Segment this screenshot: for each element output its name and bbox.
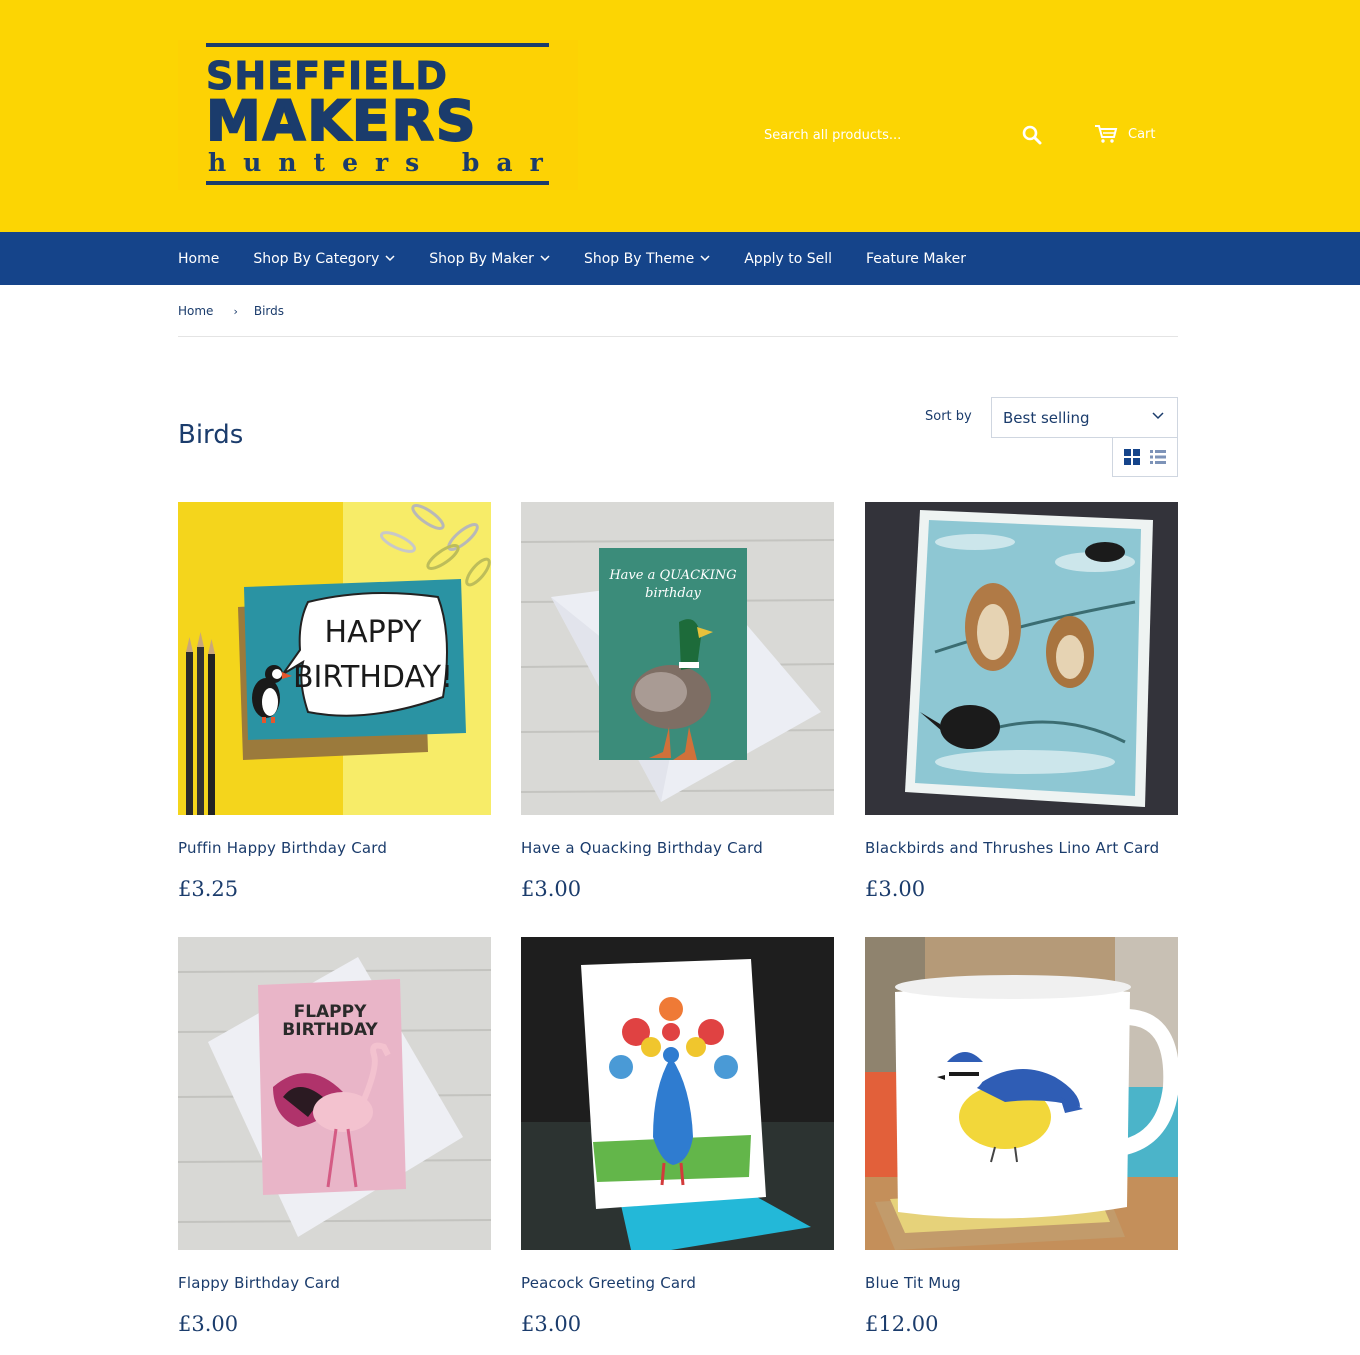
nav-item-label: Shop By Theme <box>583 250 695 267</box>
lino-card-photo <box>865 502 1178 815</box>
nav-item-label: Apply to Sell <box>744 250 832 267</box>
product-card[interactable]: Peacock Greeting Card £3.00 <box>521 937 834 1336</box>
nav-item-label: Shop By Maker <box>429 250 534 267</box>
main-nav: Home Shop By Category Shop By Maker Shop… <box>0 232 1360 285</box>
product-title[interactable]: Blackbirds and Thrushes Lino Art Card <box>865 839 1159 857</box>
logo-line-2: MAKERS <box>205 89 478 153</box>
cart-label: Cart <box>1128 126 1156 142</box>
mug-photo <box>865 937 1178 1250</box>
breadcrumb: Home › Birds <box>178 302 284 320</box>
logo-rule-bottom <box>206 181 549 185</box>
product-title[interactable]: Flappy Birthday Card <box>178 1274 340 1292</box>
product-title[interactable]: Have a Quacking Birthday Card <box>521 839 763 857</box>
product-card[interactable]: Blue Tit Mug £12.00 <box>865 937 1178 1336</box>
card-text-birthday: BIRTHDAY! <box>293 660 453 695</box>
sort-label: Sort by <box>925 409 972 424</box>
site-header: SHEFFIELD MAKERS hunters bar Cart <box>0 0 1360 232</box>
nav-item-shop-by-category[interactable]: Shop By Category <box>253 251 395 267</box>
card-text-have-a-quacking: Have a QUACKING <box>608 568 736 583</box>
product-image[interactable]: FLAPPY BIRTHDAY <box>178 937 491 1250</box>
card-text-birthday: birthday <box>645 586 701 601</box>
view-toggle <box>1112 437 1178 477</box>
product-price: £3.25 <box>178 877 239 901</box>
product-title[interactable]: Peacock Greeting Card <box>521 1274 696 1292</box>
grid-view-icon <box>1124 449 1140 465</box>
product-card[interactable]: Blackbirds and Thrushes Lino Art Card £3… <box>865 502 1178 901</box>
flamingo-card-photo: FLAPPY BIRTHDAY <box>178 937 491 1250</box>
peacock-card-photo <box>521 937 834 1250</box>
breadcrumb-current: Birds <box>253 304 285 318</box>
product-image[interactable]: Have a QUACKING birthday <box>521 502 834 815</box>
card-text-birthday: BIRTHDAY <box>282 1020 378 1040</box>
card-text-happy: HAPPY <box>325 615 423 650</box>
logo-rule-top <box>206 43 549 47</box>
product-image[interactable] <box>521 937 834 1250</box>
nav-item-shop-by-theme[interactable]: Shop By Theme <box>584 251 710 267</box>
product-price: £3.00 <box>521 1312 582 1336</box>
list-view-icon <box>1150 450 1166 464</box>
product-card[interactable]: Have a QUACKING birthday Have a Quacking… <box>521 502 834 901</box>
product-image[interactable]: HAPPY BIRTHDAY! <box>178 502 491 815</box>
breadcrumb-separator: › <box>233 304 238 318</box>
chevron-down-icon <box>385 255 395 262</box>
nav-item-apply-to-sell[interactable]: Apply to Sell <box>744 251 832 267</box>
nav-item-label: Feature Maker <box>866 250 966 267</box>
chevron-down-icon <box>540 255 550 262</box>
chevron-down-icon <box>700 255 710 262</box>
search-button[interactable] <box>1020 123 1044 147</box>
search-form <box>752 114 1057 156</box>
nav-item-feature-maker[interactable]: Feature Maker <box>866 251 966 267</box>
cart-icon <box>1095 125 1118 143</box>
list-view-button[interactable] <box>1150 449 1166 465</box>
search-input[interactable] <box>752 114 1012 156</box>
card-text-flappy: FLAPPY <box>294 1002 368 1022</box>
sort-select[interactable]: Best selling <box>991 397 1178 438</box>
cart-link[interactable]: Cart <box>1094 122 1156 146</box>
search-icon <box>1022 125 1042 145</box>
duck-card-photo: Have a QUACKING birthday <box>521 502 834 815</box>
product-image[interactable] <box>865 937 1178 1250</box>
product-price: £12.00 <box>865 1312 939 1336</box>
product-card[interactable]: HAPPY BIRTHDAY! Puffin Happy Birthday Ca… <box>178 502 491 901</box>
breadcrumb-home-link[interactable]: Home <box>178 304 213 318</box>
nav-item-label: Shop By Category <box>253 250 380 267</box>
logo-line-3: hunters bar <box>208 148 560 177</box>
nav-item-shop-by-maker[interactable]: Shop By Maker <box>429 251 550 267</box>
product-title[interactable]: Blue Tit Mug <box>865 1274 961 1292</box>
puffin-card-photo: HAPPY BIRTHDAY! <box>178 502 491 815</box>
sort-selected-value: Best selling <box>1003 408 1090 427</box>
nav-item-home[interactable]: Home <box>178 251 219 267</box>
nav-item-label: Home <box>178 250 220 267</box>
product-price: £3.00 <box>521 877 582 901</box>
page-title: Birds <box>178 420 244 450</box>
site-logo[interactable]: SHEFFIELD MAKERS hunters bar <box>178 40 578 190</box>
product-title[interactable]: Puffin Happy Birthday Card <box>178 839 387 857</box>
product-price: £3.00 <box>865 877 926 901</box>
product-price: £3.00 <box>178 1312 239 1336</box>
chevron-down-icon <box>1152 412 1164 420</box>
product-image[interactable] <box>865 502 1178 815</box>
grid-view-button[interactable] <box>1124 449 1140 465</box>
breadcrumb-divider <box>178 336 1178 337</box>
product-card[interactable]: FLAPPY BIRTHDAY Flappy Birthday Card £3.… <box>178 937 491 1336</box>
